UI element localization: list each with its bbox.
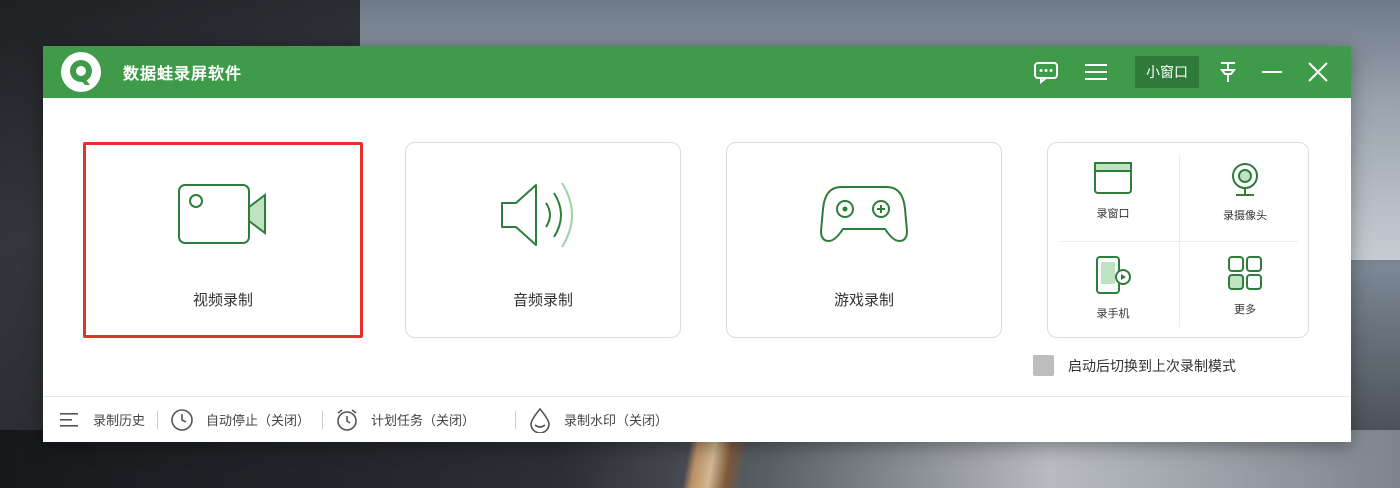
watermark-button[interactable]: 录制水印（关闭） — [528, 407, 669, 433]
auto-stop-button[interactable]: 自动停止（关闭） — [170, 408, 310, 432]
webcam-icon — [1228, 161, 1262, 201]
record-history-label: 录制历史 — [93, 414, 146, 429]
scheduled-task-button[interactable]: 计划任务（关闭） — [335, 408, 475, 432]
speaker-icon — [406, 179, 680, 251]
audio-record-card[interactable]: 音频录制 — [405, 142, 681, 338]
record-phone-label: 录手机 — [1096, 307, 1130, 320]
app-window: 数据蛙录屏软件 小窗口 视频录制 音频录制 游戏录制 录窗口 录摄像头 录手机 … — [43, 46, 1351, 442]
footer-separator — [322, 410, 324, 429]
footer-separator — [515, 410, 517, 429]
record-history-button[interactable]: 录制历史 — [57, 408, 145, 432]
more-label: 更多 — [1234, 303, 1256, 316]
pin-icon[interactable] — [1215, 59, 1241, 85]
close-icon[interactable] — [1305, 59, 1331, 85]
list-icon — [57, 408, 81, 432]
desktop-background-road — [640, 440, 800, 488]
clock-icon — [170, 408, 194, 432]
game-record-card[interactable]: 游戏录制 — [726, 142, 1002, 338]
restore-last-mode-label: 启动后切换到上次录制模式 — [1068, 358, 1236, 375]
auto-stop-label: 自动停止（关闭） — [206, 414, 311, 429]
app-logo — [61, 52, 101, 92]
feedback-icon[interactable] — [1033, 59, 1059, 85]
record-webcam-button[interactable]: 录摄像头 — [1180, 161, 1310, 259]
footer-separator — [157, 410, 159, 429]
menu-icon[interactable] — [1083, 59, 1109, 85]
more-modes-card: 录窗口 录摄像头 录手机 更多 — [1047, 142, 1309, 338]
app-title: 数据蛙录屏软件 — [123, 64, 243, 83]
minimize-icon[interactable] — [1259, 59, 1285, 85]
gamepad-icon — [727, 179, 1001, 245]
video-record-label: 视频录制 — [192, 291, 253, 309]
record-window-button[interactable]: 录窗口 — [1048, 161, 1178, 259]
audio-record-label: 音频录制 — [512, 291, 573, 309]
alarm-icon — [335, 408, 359, 432]
game-record-label: 游戏录制 — [833, 291, 894, 309]
more-button[interactable]: 更多 — [1180, 255, 1310, 353]
window-icon — [1093, 161, 1133, 199]
watermark-icon — [528, 407, 552, 433]
restore-last-mode-option[interactable]: 启动后切换到上次录制模式 — [1033, 355, 1236, 376]
title-bar[interactable]: 数据蛙录屏软件 小窗口 — [43, 46, 1351, 98]
titlebar-controls: 小窗口 — [1033, 46, 1351, 98]
mini-window-button[interactable]: 小窗口 — [1135, 56, 1199, 88]
phone-icon — [1093, 255, 1133, 299]
footer-bar: 录制历史 自动停止（关闭） 计划任务（关闭） 录制水印（关闭） — [43, 396, 1351, 442]
record-window-label: 录窗口 — [1096, 207, 1130, 220]
video-camera-icon — [86, 183, 360, 247]
scheduled-task-label: 计划任务（关闭） — [371, 414, 476, 429]
record-webcam-label: 录摄像头 — [1223, 209, 1267, 222]
restore-last-mode-checkbox[interactable] — [1033, 355, 1054, 376]
record-phone-button[interactable]: 录手机 — [1048, 255, 1178, 353]
grid-icon — [1227, 255, 1263, 295]
watermark-label: 录制水印（关闭） — [564, 414, 669, 429]
video-record-card[interactable]: 视频录制 — [83, 142, 363, 338]
